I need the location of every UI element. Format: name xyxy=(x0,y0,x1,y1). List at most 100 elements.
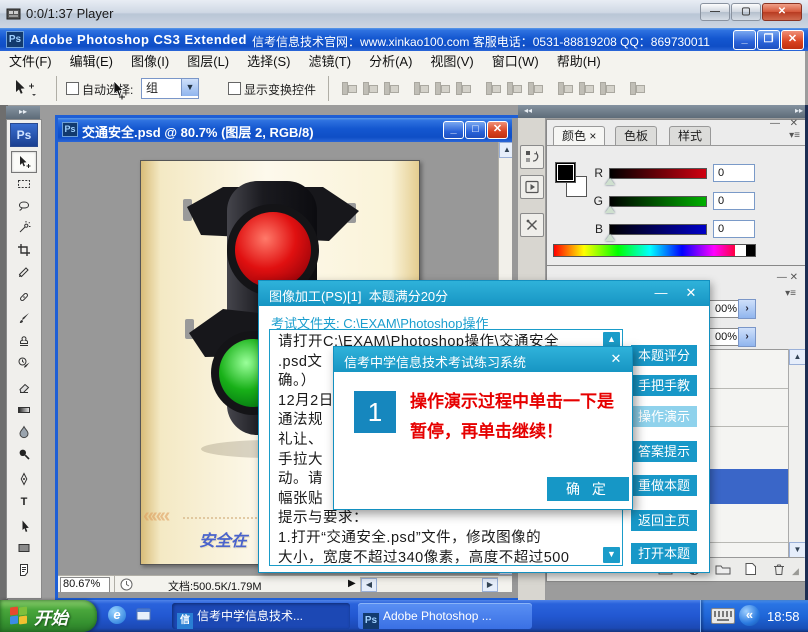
align-icon-3[interactable] xyxy=(411,80,430,96)
clone-stamp-tool-icon[interactable] xyxy=(11,330,37,352)
brush-tool-icon[interactable] xyxy=(11,308,37,330)
align-icon-9[interactable] xyxy=(555,80,574,96)
quick-selection-tool-icon[interactable] xyxy=(11,217,37,239)
menu-4[interactable]: 选择(S) xyxy=(238,51,299,72)
player-minimize-button[interactable]: — xyxy=(700,3,730,21)
align-icon-8[interactable] xyxy=(525,80,544,96)
type-tool-icon[interactable]: T xyxy=(11,490,37,512)
menu-7[interactable]: 视图(V) xyxy=(421,51,482,72)
notes-tool-icon[interactable] xyxy=(11,559,37,581)
textarea-scroll-down-icon[interactable]: ▼ xyxy=(603,547,620,563)
notification-titlebar[interactable]: 信考中学信息技术考试练习系统 ✕ xyxy=(334,347,632,372)
horizontal-scrollbar[interactable]: ◀ ▶ xyxy=(360,577,498,592)
align-icon-11[interactable] xyxy=(597,80,616,96)
eraser-tool-icon[interactable] xyxy=(11,377,37,399)
channel-slider-B[interactable] xyxy=(609,224,707,235)
spectrum-black-swatch[interactable] xyxy=(746,244,756,257)
ok-button[interactable]: 确 定 xyxy=(547,477,629,501)
align-icon-2[interactable] xyxy=(381,80,400,96)
side-button-5[interactable]: 返回主页 xyxy=(631,510,697,531)
scroll-up-icon[interactable]: ▲ xyxy=(789,349,806,365)
internet-explorer-icon[interactable]: e xyxy=(108,606,126,624)
ps-close-button[interactable]: ✕ xyxy=(781,30,804,50)
move-tool-option-icon[interactable] xyxy=(10,78,36,103)
layers-scrollbar[interactable]: ▲ ▼ xyxy=(788,349,805,557)
exam-dialog-titlebar[interactable]: 图像加工(PS)[1] 本题满分20分 — ✕ xyxy=(259,281,709,306)
channel-slider-R[interactable] xyxy=(609,168,707,179)
menu-5[interactable]: 滤镜(T) xyxy=(299,51,360,72)
menu-0[interactable]: 文件(F) xyxy=(0,51,61,72)
toolbox-collapse-icon[interactable]: ▸▸ xyxy=(6,106,40,119)
align-icon-12[interactable] xyxy=(627,80,646,96)
align-icon-6[interactable] xyxy=(483,80,502,96)
foreground-color-swatch[interactable] xyxy=(555,162,576,183)
ps-minimize-button[interactable]: _ xyxy=(733,30,756,50)
auto-select-dropdown[interactable]: 组 ▼ xyxy=(141,78,199,99)
side-button-2[interactable]: 操作演示 xyxy=(631,406,697,427)
player-maximize-button[interactable]: ▢ xyxy=(731,3,761,21)
fill-arrow-icon[interactable]: › xyxy=(738,327,756,347)
scroll-down-icon[interactable]: ▼ xyxy=(789,542,806,558)
history-brush-tool-icon[interactable] xyxy=(11,352,37,374)
color-spectrum-ramp[interactable] xyxy=(553,244,755,257)
exam-close-icon[interactable]: ✕ xyxy=(683,285,699,301)
dodge-tool-icon[interactable] xyxy=(11,443,37,465)
move-tool-icon[interactable] xyxy=(11,151,37,173)
zoom-level-field[interactable]: 80.67% xyxy=(60,577,110,592)
slider-handle-icon[interactable] xyxy=(605,206,615,213)
start-button[interactable]: 开始 xyxy=(0,600,97,632)
blur-tool-icon[interactable] xyxy=(11,421,37,443)
align-icon-10[interactable] xyxy=(576,80,595,96)
slider-handle-icon[interactable] xyxy=(605,234,615,241)
side-button-3[interactable]: 答案提示 xyxy=(631,441,697,462)
tool-presets-panel-icon[interactable] xyxy=(520,213,544,237)
menu-2[interactable]: 图像(I) xyxy=(122,51,178,72)
align-icon-4[interactable] xyxy=(432,80,451,96)
rectangle-shape-tool-icon[interactable] xyxy=(11,537,37,559)
photoshop-titlebar[interactable]: Ps Adobe Photoshop CS3 Extended 信考信息技术官网… xyxy=(0,28,808,51)
opacity-arrow-icon[interactable]: › xyxy=(738,299,756,319)
tab-styles[interactable]: 样式 xyxy=(669,126,711,145)
layers-menu-icon[interactable]: ▾≡ xyxy=(785,288,796,299)
side-button-0[interactable]: 本题评分 xyxy=(631,345,697,366)
history-panel-icon[interactable] xyxy=(520,145,544,169)
taskbar-item-exam-system[interactable]: 信信考中学信息技术... xyxy=(172,603,350,629)
align-icon-7[interactable] xyxy=(504,80,523,96)
channel-value-B[interactable]: 0 xyxy=(713,220,755,238)
lasso-tool-icon[interactable] xyxy=(11,195,37,217)
new-group-icon[interactable] xyxy=(715,562,731,576)
menu-9[interactable]: 帮助(H) xyxy=(548,51,610,72)
player-close-button[interactable]: ✕ xyxy=(762,3,802,21)
side-button-1[interactable]: 手把手教 xyxy=(631,375,697,396)
align-icon-1[interactable] xyxy=(360,80,379,96)
menu-6[interactable]: 分析(A) xyxy=(360,51,421,72)
align-icon-5[interactable] xyxy=(453,80,472,96)
chevron-down-icon[interactable]: ▼ xyxy=(181,79,198,96)
status-menu-arrow-icon[interactable]: ▶ xyxy=(348,578,356,589)
actions-panel-icon[interactable] xyxy=(520,175,544,199)
tab-swatches[interactable]: 色板 xyxy=(615,126,657,145)
keyboard-tray-icon[interactable] xyxy=(711,608,735,624)
slice-tool-icon[interactable] xyxy=(11,261,37,283)
doc-maximize-button[interactable]: □ xyxy=(465,121,486,139)
side-button-4[interactable]: 重做本题 xyxy=(631,475,697,496)
pen-tool-icon[interactable] xyxy=(11,468,37,490)
menu-1[interactable]: 编辑(E) xyxy=(61,51,122,72)
delete-layer-icon[interactable] xyxy=(772,562,786,576)
quick-launch-icon[interactable] xyxy=(136,607,153,623)
rectangular-marquee-tool-icon[interactable] xyxy=(11,173,37,195)
new-layer-icon[interactable] xyxy=(744,562,758,576)
taskbar-item-photoshop[interactable]: PsAdobe Photoshop ... xyxy=(358,603,532,629)
scroll-left-icon[interactable]: ◀ xyxy=(361,578,377,592)
ps-restore-button[interactable]: ❐ xyxy=(757,30,780,50)
tab-color[interactable]: 颜色 × xyxy=(553,126,605,145)
doc-minimize-button[interactable]: _ xyxy=(443,121,464,139)
panel-menu-icon[interactable]: ▾≡ xyxy=(789,130,800,141)
notification-close-icon[interactable]: ✕ xyxy=(608,351,624,367)
layers-minimize-icon[interactable]: — ✕ xyxy=(777,272,798,283)
doc-close-button[interactable]: ✕ xyxy=(487,121,508,139)
scroll-right-icon[interactable]: ▶ xyxy=(482,578,498,592)
language-tray-icon[interactable]: « xyxy=(739,605,760,626)
slider-handle-icon[interactable] xyxy=(605,178,615,185)
side-button-6[interactable]: 打开本题 xyxy=(631,543,697,564)
